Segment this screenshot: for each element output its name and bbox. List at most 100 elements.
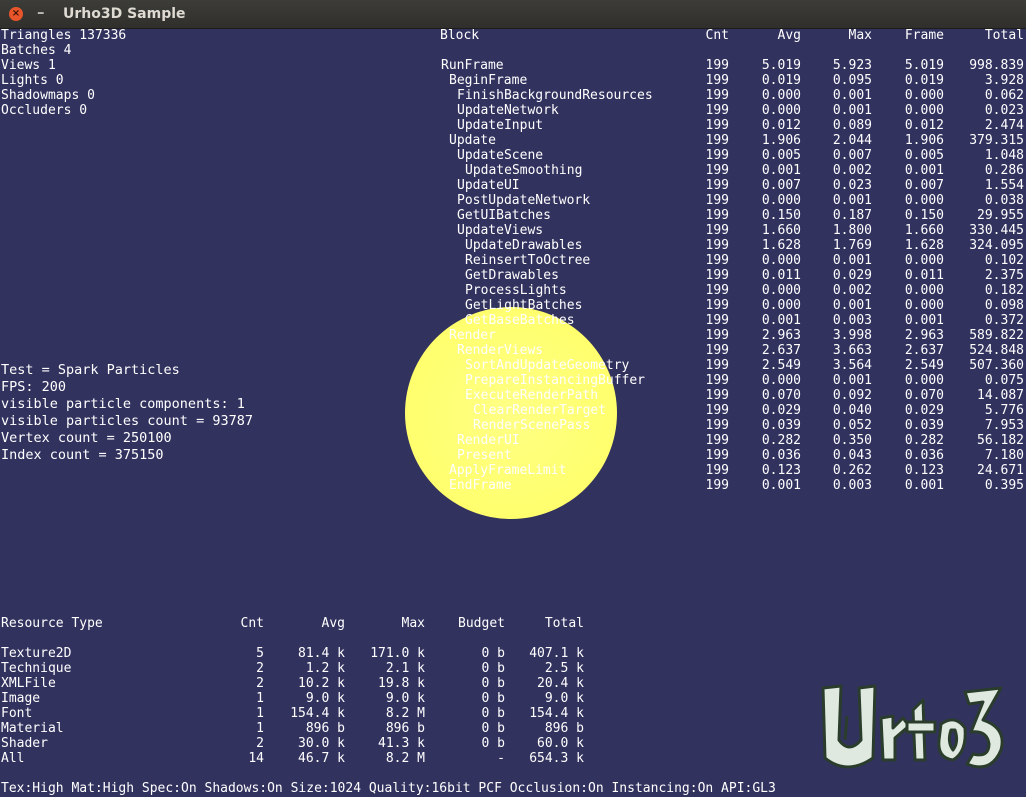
profiler-row-max: 0.007 [832, 148, 872, 163]
profiler-row-avg: 1.660 [761, 223, 801, 238]
profiler-row-total: 56.182 [977, 433, 1024, 448]
resource-row-total: 2.5 k [544, 661, 584, 676]
resource-row-avg: 46.7 k [298, 751, 345, 766]
profiler-row-cnt: 199 [705, 343, 729, 358]
resource-row-total: 896 b [544, 721, 584, 736]
profiler-row-cnt: 199 [705, 478, 729, 493]
vertex-count-readout: Vertex count = 250100 [1, 430, 172, 446]
profiler-row-frame: 0.070 [904, 388, 944, 403]
resource-row-avg: 10.2 k [298, 676, 345, 691]
profiler-row-block: UpdateScene [457, 148, 544, 163]
profiler-row-total: 0.098 [984, 298, 1024, 313]
resource-row-type: XMLFile [1, 676, 56, 691]
profiler-row-block: UpdateInput [457, 118, 544, 133]
profiler-row-block: SortAndUpdateGeometry [465, 358, 630, 373]
profiler-row-max: 3.564 [832, 358, 872, 373]
profiler-row-frame: 1.906 [904, 133, 944, 148]
profiler-row-total: 29.955 [977, 208, 1024, 223]
profiler-row-total: 524.848 [969, 343, 1024, 358]
profiler-row-cnt: 199 [705, 178, 729, 193]
profiler-row-frame: 0.000 [904, 193, 944, 208]
profiler-row-frame: 0.029 [904, 403, 944, 418]
profiler-row-block: GetUIBatches [457, 208, 551, 223]
profiler-row-cnt: 199 [705, 193, 729, 208]
resource-header: Cnt [240, 616, 264, 631]
profiler-row-total: 0.062 [984, 88, 1024, 103]
close-button[interactable]: × [9, 7, 23, 21]
profiler-row-frame: 0.019 [904, 73, 944, 88]
profiler-row-cnt: 199 [705, 58, 729, 73]
profiler-header: Max [848, 28, 872, 43]
profiler-row-total: 0.286 [984, 163, 1024, 178]
profiler-row-total: 0.182 [984, 283, 1024, 298]
profiler-row-avg: 0.005 [761, 148, 801, 163]
resource-row-max: 9.0 k [385, 691, 425, 706]
profiler-row-total: 0.102 [984, 253, 1024, 268]
profiler-row-max: 0.003 [832, 313, 872, 328]
profiler-row-cnt: 199 [705, 373, 729, 388]
resource-row-max: 896 b [385, 721, 425, 736]
profiler-row-block: ExecuteRenderPath [465, 388, 599, 403]
profiler-row-avg: 0.000 [761, 373, 801, 388]
profiler-row-cnt: 199 [705, 433, 729, 448]
profiler-row-cnt: 199 [705, 328, 729, 343]
profiler-row-avg: 0.007 [761, 178, 801, 193]
profiler-row-total: 324.095 [969, 238, 1024, 253]
profiler-row-max: 0.187 [832, 208, 872, 223]
profiler-row-total: 0.372 [984, 313, 1024, 328]
profiler-row-max: 0.023 [832, 178, 872, 193]
profiler-row-block: GetBaseBatches [465, 313, 575, 328]
profiler-row-total: 7.180 [984, 448, 1024, 463]
profiler-row-cnt: 199 [705, 388, 729, 403]
profiler-row-block: RenderScenePass [473, 418, 591, 433]
profiler-header: Cnt [705, 28, 729, 43]
resource-row-type: Texture2D [1, 646, 72, 661]
profiler-row-total: 3.928 [984, 73, 1024, 88]
profiler-row-frame: 0.000 [904, 298, 944, 313]
profiler-row-frame: 0.012 [904, 118, 944, 133]
profiler-row-cnt: 199 [705, 253, 729, 268]
profiler-row-cnt: 199 [705, 208, 729, 223]
index-count-readout: Index count = 375150 [1, 447, 164, 463]
engine-stat: Views 1 [1, 58, 56, 73]
engine-stat: Lights 0 [1, 73, 64, 88]
profiler-row-frame: 0.007 [904, 178, 944, 193]
resource-row-total: 407.1 k [529, 646, 584, 661]
profiler-row-block: RunFrame [441, 58, 504, 73]
particle-count-readout: visible particles count = 93787 [1, 413, 253, 429]
profiler-row-frame: 0.000 [904, 283, 944, 298]
resource-row-max: 19.8 k [378, 676, 425, 691]
profiler-row-block: ApplyFrameLimit [449, 463, 567, 478]
profiler-row-avg: 0.012 [761, 118, 801, 133]
minimize-button[interactable]: – [37, 3, 47, 21]
profiler-row-frame: 2.963 [904, 328, 944, 343]
resource-header: Resource Type [1, 616, 103, 631]
profiler-row-avg: 0.070 [761, 388, 801, 403]
profiler-row-avg: 0.036 [761, 448, 801, 463]
resource-row-avg: 896 b [305, 721, 345, 736]
profiler-row-total: 0.023 [984, 103, 1024, 118]
profiler-row-total: 998.839 [969, 58, 1024, 73]
resource-row-cnt: 2 [256, 661, 264, 676]
particle-components-readout: visible particle components: 1 [1, 396, 245, 412]
profiler-row-cnt: 199 [705, 73, 729, 88]
resource-row-budget: 0 b [481, 691, 505, 706]
profiler-row-block: UpdateNetwork [457, 103, 559, 118]
profiler-row-block: RenderUI [457, 433, 520, 448]
resource-row-max: 2.1 k [385, 661, 425, 676]
profiler-row-cnt: 199 [705, 313, 729, 328]
profiler-header: Avg [777, 28, 801, 43]
profiler-row-avg: 0.000 [761, 103, 801, 118]
profiler-row-avg: 0.001 [761, 313, 801, 328]
resource-row-cnt: 2 [256, 676, 264, 691]
profiler-row-block: FinishBackgroundResources [457, 88, 653, 103]
profiler-row-block: UpdateSmoothing [465, 163, 583, 178]
profiler-row-max: 0.001 [832, 193, 872, 208]
test-name: Test = Spark Particles [1, 362, 180, 378]
profiler-row-max: 0.001 [832, 298, 872, 313]
profiler-row-block: EndFrame [449, 478, 512, 493]
resource-row-cnt: 1 [256, 721, 264, 736]
profiler-row-avg: 0.001 [761, 478, 801, 493]
profiler-row-frame: 0.123 [904, 463, 944, 478]
profiler-row-block: Present [457, 448, 512, 463]
